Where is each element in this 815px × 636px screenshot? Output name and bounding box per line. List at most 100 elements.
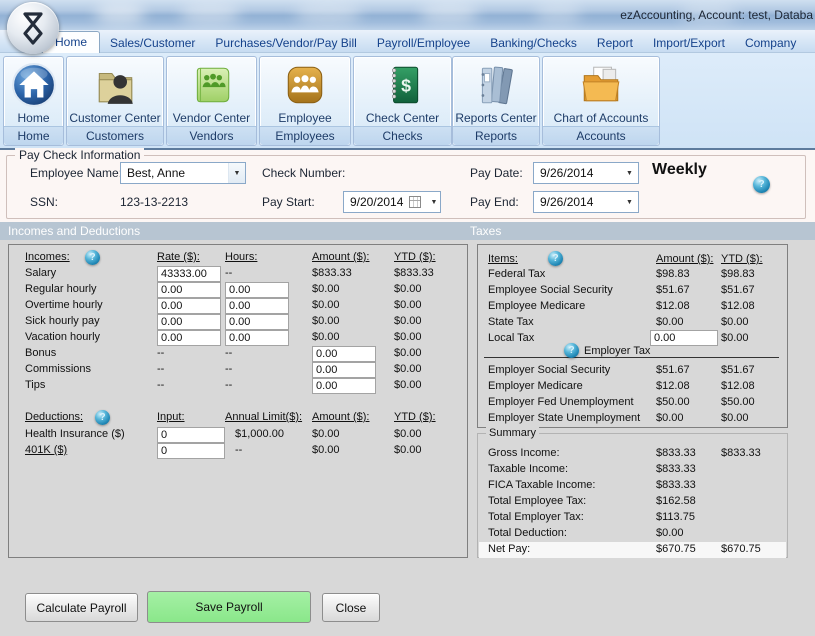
vendor-center-icon: [189, 62, 235, 108]
summary-label: Gross Income:: [488, 447, 560, 459]
toolbar-button-check-center[interactable]: $ Check Center Checks: [353, 56, 452, 146]
tax-amount-header: Amount ($):: [656, 253, 713, 265]
window-title: ezAccounting, Account: test, Databa: [620, 8, 813, 22]
regular-hourly-rate-input[interactable]: [157, 282, 221, 298]
income-label: Bonus: [25, 347, 56, 359]
employee-name-label: Employee Name:: [30, 166, 122, 180]
help-icon[interactable]: ?: [548, 251, 563, 266]
income-row-overtime-hourly: Overtime hourly $0.00 $0.00: [9, 299, 467, 315]
toolbar-button-employee-center[interactable]: Employee Center Employees: [259, 56, 351, 146]
vacation-hourly-rate-input[interactable]: [157, 330, 221, 346]
toolbar-button-label: Vendor Center: [167, 111, 256, 125]
menu-tab-company[interactable]: Company: [735, 32, 806, 53]
help-icon[interactable]: ?: [95, 410, 110, 425]
tax-amount: $12.08: [656, 300, 690, 312]
tax-row-employer-state-unemployment: Employer State Unemployment $0.00 $0.00: [478, 412, 787, 428]
chevron-down-icon[interactable]: ▼: [428, 192, 440, 212]
deductions-title: Deductions:: [25, 411, 83, 423]
income-ytd: $0.00: [394, 283, 422, 295]
pay-date-label: Pay Date:: [470, 166, 523, 180]
toolbar-button-label: Reports Center: [453, 111, 539, 125]
income-ytd: $0.00: [394, 347, 422, 359]
tips-amount-input[interactable]: [312, 378, 376, 394]
summary-row-total-employee-tax: Total Employee Tax: $162.58: [478, 495, 787, 511]
toolbar-button-customer-center[interactable]: Customer Center Customers: [66, 56, 164, 146]
regular-hourly-hours-input[interactable]: [225, 282, 289, 298]
overtime-hourly-hours-input[interactable]: [225, 298, 289, 314]
tax-amount: $0.00: [656, 412, 684, 424]
help-icon[interactable]: ?: [564, 343, 579, 358]
close-button[interactable]: Close: [322, 593, 380, 622]
menu-tab-sales-customer[interactable]: Sales/Customer: [100, 32, 205, 53]
toolbar-group-label: Reports: [453, 126, 539, 145]
save-payroll-button[interactable]: Save Payroll: [147, 591, 311, 623]
income-rate: --: [157, 379, 164, 391]
401k-link[interactable]: 401K ($): [25, 444, 67, 456]
sick-hourly-hours-input[interactable]: [225, 314, 289, 330]
summary-row-net-pay: Net Pay: $670.75 $670.75: [478, 543, 787, 559]
pay-date-dropdown[interactable]: 9/26/2014 ▼: [533, 162, 639, 184]
menu-tab-import-export[interactable]: Import/Export: [643, 32, 735, 53]
employee-name-dropdown[interactable]: Best, Anne ▼: [120, 162, 246, 184]
toolbar-button-chart-of-accounts[interactable]: Chart of Accounts Accounts: [542, 56, 660, 146]
summary-panel: Summary Gross Income: $833.33 $833.33 Ta…: [477, 433, 788, 558]
menu-tab-purchases-vendor-pay-bill[interactable]: Purchases/Vendor/Pay Bill: [205, 32, 366, 53]
sick-hourly-rate-input[interactable]: [157, 314, 221, 330]
health-insurance-input[interactable]: [157, 427, 225, 443]
summary-amount: $0.00: [656, 527, 684, 539]
summary-ytd: $670.75: [721, 543, 761, 555]
toolbar-group-label: Employees: [260, 126, 350, 145]
summary-amount: $833.33: [656, 479, 696, 491]
calendar-icon[interactable]: [409, 196, 421, 208]
chevron-down-icon[interactable]: ▼: [621, 163, 638, 183]
ssn-label: SSN:: [30, 195, 58, 209]
help-icon[interactable]: ?: [753, 176, 770, 193]
pay-end-dropdown[interactable]: 9/26/2014 ▼: [533, 191, 639, 213]
menu-tab-banking-checks[interactable]: Banking/Checks: [480, 32, 587, 53]
summary-label: Total Employee Tax:: [488, 495, 586, 507]
income-amount: $833.33: [312, 267, 352, 279]
income-hours: --: [225, 379, 232, 391]
tax-ytd: $50.00: [721, 396, 755, 408]
bonus-amount-input[interactable]: [312, 346, 376, 362]
customer-center-icon: [92, 62, 138, 108]
401k-input[interactable]: [157, 443, 225, 459]
summary-row-total-deduction: Total Deduction: $0.00: [478, 527, 787, 543]
income-row-vacation-hourly: Vacation hourly $0.00 $0.00: [9, 331, 467, 347]
summary-row-gross-income: Gross Income: $833.33 $833.33: [478, 447, 787, 463]
menu-tab-report[interactable]: Report: [587, 32, 643, 53]
app-logo-button[interactable]: [7, 2, 59, 54]
toolbar-button-vendor-center[interactable]: Vendor Center Vendors: [166, 56, 257, 146]
taxes-panel: Items: ? Amount ($): YTD ($): Federal Ta…: [477, 244, 788, 428]
check-center-icon: $: [380, 62, 426, 108]
tax-amount: $0.00: [656, 316, 684, 328]
tax-row-federal: Federal Tax $98.83 $98.83: [478, 268, 787, 284]
commissions-amount-input[interactable]: [312, 362, 376, 378]
deduction-annual-limit: $1,000.00: [235, 428, 284, 440]
toolbar-button-home[interactable]: Home Home: [3, 56, 64, 146]
vacation-hourly-hours-input[interactable]: [225, 330, 289, 346]
help-icon[interactable]: ?: [85, 250, 100, 265]
chevron-down-icon[interactable]: ▼: [621, 192, 638, 212]
salary-rate-input[interactable]: [157, 266, 221, 282]
calculate-payroll-button[interactable]: Calculate Payroll: [25, 593, 138, 622]
overtime-hourly-rate-input[interactable]: [157, 298, 221, 314]
pay-start-datepicker[interactable]: 9/20/2014 ▼: [343, 191, 441, 213]
check-number-label: Check Number:: [262, 166, 345, 180]
tax-amount: $50.00: [656, 396, 690, 408]
chevron-down-icon[interactable]: ▼: [228, 163, 245, 183]
income-amount: $0.00: [312, 283, 340, 295]
toolbar-group-label: Customers: [67, 126, 163, 145]
summary-row-taxable-income: Taxable Income: $833.33: [478, 463, 787, 479]
deduction-row-health-insurance: Health Insurance ($) $1,000.00 $0.00 $0.…: [9, 428, 467, 444]
home-icon: [11, 62, 57, 108]
menu-tab-payroll-employee[interactable]: Payroll/Employee: [367, 32, 480, 53]
deductions-header-row: Deductions: ? Input: Annual Limit($): Am…: [9, 411, 467, 427]
menu-tab-help[interactable]: Help: [806, 32, 815, 53]
summary-label: FICA Taxable Income:: [488, 479, 595, 491]
toolbar-button-label: Home: [4, 111, 63, 125]
tax-label: Federal Tax: [488, 268, 545, 280]
employer-tax-divider: ? Employer Tax: [484, 344, 779, 358]
toolbar-button-reports-center[interactable]: Reports Center Reports: [452, 56, 540, 146]
glass-reflection: [295, 4, 361, 24]
